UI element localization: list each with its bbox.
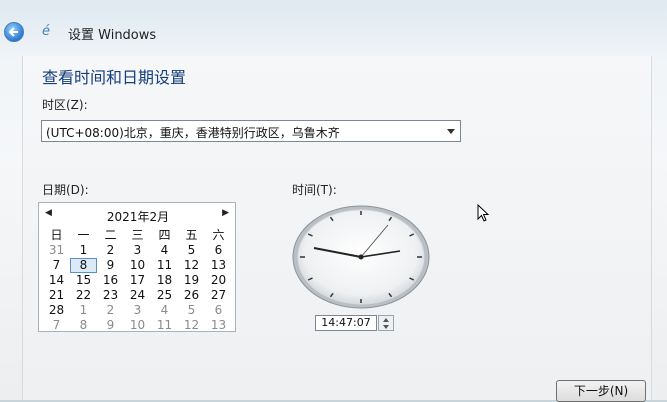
calendar-day[interactable]: 9 — [97, 258, 124, 273]
date-label: 日期(D): — [42, 183, 89, 197]
mouse-cursor-icon — [477, 204, 490, 222]
dropdown-arrow-icon[interactable] — [447, 129, 455, 134]
timezone-label: 时区(Z): — [42, 98, 88, 112]
calendar-day[interactable]: 2 — [97, 243, 124, 258]
calendar-day[interactable]: 21 — [43, 288, 70, 303]
time-label: 时间(T): — [292, 183, 337, 197]
calendar-day-other-month[interactable]: 2 — [97, 303, 124, 318]
timezone-select[interactable]: (UTC+08:00)北京，重庆，香港特别行政区，乌鲁木齐 — [41, 120, 461, 142]
weekday-header: 日 — [50, 228, 63, 242]
calendar-day-selected[interactable]: 8 — [70, 258, 97, 273]
calendar-day-other-month[interactable]: 1 — [70, 303, 97, 318]
weekday-header: 二 — [104, 228, 117, 242]
timezone-value: (UTC+08:00)北京，重庆，香港特别行政区，乌鲁木齐 — [46, 126, 340, 140]
next-button[interactable]: 下一步(N) — [556, 380, 646, 402]
calendar-day-other-month[interactable]: 5 — [178, 303, 205, 318]
calendar-day[interactable]: 22 — [70, 288, 97, 303]
back-arrow-icon — [8, 27, 18, 37]
calendar-day[interactable]: 17 — [124, 273, 151, 288]
time-spinner[interactable] — [378, 315, 394, 331]
calendar-day-other-month[interactable]: 4 — [151, 303, 178, 318]
calendar-day-other-month[interactable]: 3 — [124, 303, 151, 318]
calendar-day[interactable]: 27 — [205, 288, 232, 303]
back-button[interactable] — [4, 22, 24, 42]
time-input[interactable]: 14:47:07 — [315, 315, 377, 331]
window-title: 设置 Windows — [68, 28, 157, 43]
calendar-day-other-month[interactable]: 11 — [151, 318, 178, 333]
calendar-day[interactable]: 7 — [43, 258, 70, 273]
calendar-day[interactable]: 1 — [70, 243, 97, 258]
calendar-day[interactable]: 20 — [205, 273, 232, 288]
calendar-grid: 日一二三四五六 31 1 2 3 4 5 6 7 8 9 10 11 12 13 14 15 16 17 18 19 20… — [43, 228, 232, 333]
calendar-day[interactable]: 25 — [151, 288, 178, 303]
calendar-day[interactable]: 11 — [151, 258, 178, 273]
calendar-day[interactable]: 24 — [124, 288, 151, 303]
calendar-day[interactable]: 26 — [178, 288, 205, 303]
calendar-day[interactable]: 15 — [70, 273, 97, 288]
next-month-icon[interactable]: ▶ — [222, 208, 229, 218]
weekday-header: 六 — [212, 228, 225, 242]
calendar-day-other-month[interactable]: 12 — [178, 318, 205, 333]
weekday-header: 五 — [185, 228, 198, 242]
calendar-month-title[interactable]: 2021年2月 — [39, 208, 237, 225]
calendar-day-other-month[interactable]: 6 — [205, 303, 232, 318]
spin-up-icon[interactable] — [383, 318, 389, 322]
calendar-day-other-month[interactable]: 9 — [97, 318, 124, 333]
calendar-day[interactable]: 28 — [43, 303, 70, 318]
calendar-day[interactable]: 4 — [151, 243, 178, 258]
calendar-day[interactable]: 16 — [97, 273, 124, 288]
weekday-header: 三 — [131, 228, 144, 242]
page-title: 查看时间和日期设置 — [42, 68, 187, 87]
calendar-day-other-month[interactable]: 10 — [124, 318, 151, 333]
calendar-day[interactable]: 5 — [178, 243, 205, 258]
windows-setup-icon: é — [42, 24, 50, 39]
calendar-day-other-month[interactable]: 31 — [43, 243, 70, 258]
weekday-header: 一 — [77, 228, 90, 242]
calendar-day[interactable]: 14 — [43, 273, 70, 288]
calendar-day[interactable]: 12 — [178, 258, 205, 273]
calendar-day[interactable]: 18 — [151, 273, 178, 288]
calendar-day[interactable]: 10 — [124, 258, 151, 273]
calendar-day[interactable]: 19 — [178, 273, 205, 288]
title-bar: é 设置 Windows — [0, 0, 667, 54]
setup-window: é 设置 Windows 查看时间和日期设置 时区(Z): (UTC+08:00… — [0, 0, 667, 402]
calendar[interactable]: ◀ 2021年2月 ▶ 日一二三四五六 31 1 2 3 4 5 6 7 8 9 10 11 12 13 14… — [38, 202, 236, 332]
calendar-day-other-month[interactable]: 7 — [43, 318, 70, 333]
calendar-day[interactable]: 13 — [205, 258, 232, 273]
calendar-day-other-month[interactable]: 8 — [70, 318, 97, 333]
spin-down-icon[interactable] — [383, 325, 389, 329]
weekday-header: 四 — [158, 228, 171, 242]
calendar-day-other-month[interactable]: 13 — [205, 318, 232, 333]
analog-clock — [292, 205, 430, 309]
calendar-day[interactable]: 6 — [205, 243, 232, 258]
calendar-day[interactable]: 23 — [97, 288, 124, 303]
calendar-day[interactable]: 3 — [124, 243, 151, 258]
